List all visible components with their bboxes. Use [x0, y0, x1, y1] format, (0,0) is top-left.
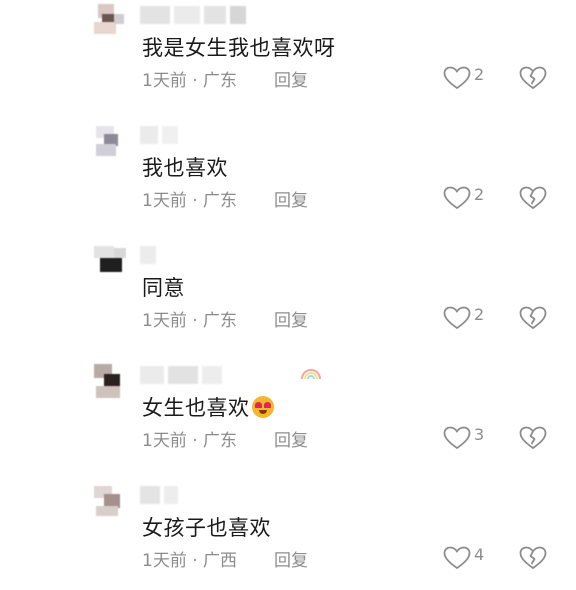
comment-meta: 1天前 · 广东 [142, 191, 238, 211]
username-blurred[interactable] [140, 366, 250, 384]
dislike-button[interactable] [519, 546, 547, 574]
comment-text: 我是女生我也喜欢呀 [142, 36, 336, 60]
reply-button[interactable]: 回复 [274, 426, 308, 451]
username-blurred[interactable] [140, 246, 250, 264]
like-count: 4 [474, 545, 485, 564]
reply-button[interactable]: 回复 [274, 186, 308, 211]
heart-outline-icon [443, 426, 471, 450]
broken-heart-icon [519, 186, 547, 210]
like-count: 2 [474, 305, 485, 324]
comment-item: 我也喜欢 1天前 · 广东 回复 2 [0, 120, 576, 230]
dislike-button[interactable] [519, 66, 547, 94]
comment-meta: 1天前 · 广西 [142, 551, 238, 571]
username-blurred[interactable] [140, 6, 250, 24]
broken-heart-icon [519, 66, 547, 90]
reply-button[interactable]: 回复 [274, 546, 308, 571]
heart-outline-icon [443, 186, 471, 210]
avatar[interactable] [90, 240, 130, 280]
broken-heart-icon [519, 546, 547, 570]
like-count: 2 [474, 185, 485, 204]
like-button[interactable]: 4 [443, 544, 493, 572]
comment-item: 女生也喜欢 1天前 · 广东 回复 3 [0, 360, 576, 470]
comment-meta: 1天前 · 广东 [142, 431, 238, 451]
comment-text-content: 女生也喜欢 [142, 396, 250, 420]
username-blurred[interactable] [140, 486, 250, 504]
like-count: 3 [474, 425, 485, 444]
like-button[interactable]: 2 [443, 304, 493, 332]
like-count: 2 [474, 65, 485, 84]
comment-text: 我也喜欢 [142, 156, 228, 180]
dislike-button[interactable] [519, 426, 547, 454]
avatar[interactable] [90, 120, 130, 160]
dislike-button[interactable] [519, 306, 547, 334]
username-blurred[interactable] [140, 126, 250, 144]
comment-item: 女孩子也喜欢 1天前 · 广西 回复 4 [0, 480, 576, 590]
dislike-button[interactable] [519, 186, 547, 214]
comment-text: 女生也喜欢 [142, 392, 274, 422]
like-button[interactable]: 2 [443, 64, 493, 92]
comment-meta: 1天前 · 广东 [142, 311, 238, 331]
comment-item: 我是女生我也喜欢呀 1天前 · 广东 回复 2 [0, 0, 576, 110]
broken-heart-icon [519, 426, 547, 450]
heart-outline-icon [443, 306, 471, 330]
broken-heart-icon [519, 306, 547, 330]
comment-item: 同意 1天前 · 广东 回复 2 [0, 240, 576, 350]
reply-button[interactable]: 回复 [274, 306, 308, 331]
avatar[interactable] [90, 480, 130, 520]
heart-outline-icon [443, 546, 471, 570]
avatar[interactable] [90, 360, 130, 400]
reply-button[interactable]: 回复 [274, 66, 308, 91]
avatar[interactable] [90, 0, 130, 40]
comment-text: 女孩子也喜欢 [142, 516, 271, 540]
comment-meta: 1天前 · 广东 [142, 71, 238, 91]
rainbow-badge-icon [301, 369, 321, 380]
like-button[interactable]: 2 [443, 184, 493, 212]
comment-text: 同意 [142, 276, 185, 300]
like-button[interactable]: 3 [443, 424, 493, 452]
heart-outline-icon [443, 66, 471, 90]
heart-eyes-emoji-icon [251, 396, 274, 418]
